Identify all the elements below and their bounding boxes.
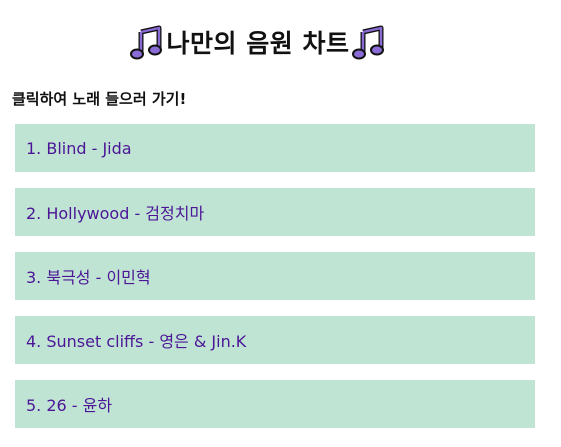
song-link[interactable]: 5. 26 - 윤하 <box>26 392 112 416</box>
page-title: 나만의 음원 차트 <box>166 29 350 58</box>
music-note-icon <box>129 25 162 60</box>
song-link[interactable]: 3. 북극성 - 이민혁 <box>26 264 151 288</box>
page-header: 나만의 음원 차트 <box>0 22 516 62</box>
song-item-1[interactable]: 1. Blind - Jida <box>15 124 535 172</box>
song-list: 1. Blind - Jida 2. Hollywood - 검정치마 3. 북… <box>15 124 535 444</box>
song-link[interactable]: 2. Hollywood - 검정치마 <box>26 200 204 224</box>
song-item-4[interactable]: 4. Sunset cliffs - 영은 & Jin.K <box>15 316 535 364</box>
song-item-2[interactable]: 2. Hollywood - 검정치마 <box>15 188 535 236</box>
music-note-icon <box>352 25 385 60</box>
song-item-3[interactable]: 3. 북극성 - 이민혁 <box>15 252 535 300</box>
song-link[interactable]: 1. Blind - Jida <box>26 139 132 158</box>
song-link[interactable]: 4. Sunset cliffs - 영은 & Jin.K <box>26 328 246 352</box>
instruction-text: 클릭하여 노래 들으러 가기! <box>12 90 187 108</box>
song-item-5[interactable]: 5. 26 - 윤하 <box>15 380 535 428</box>
